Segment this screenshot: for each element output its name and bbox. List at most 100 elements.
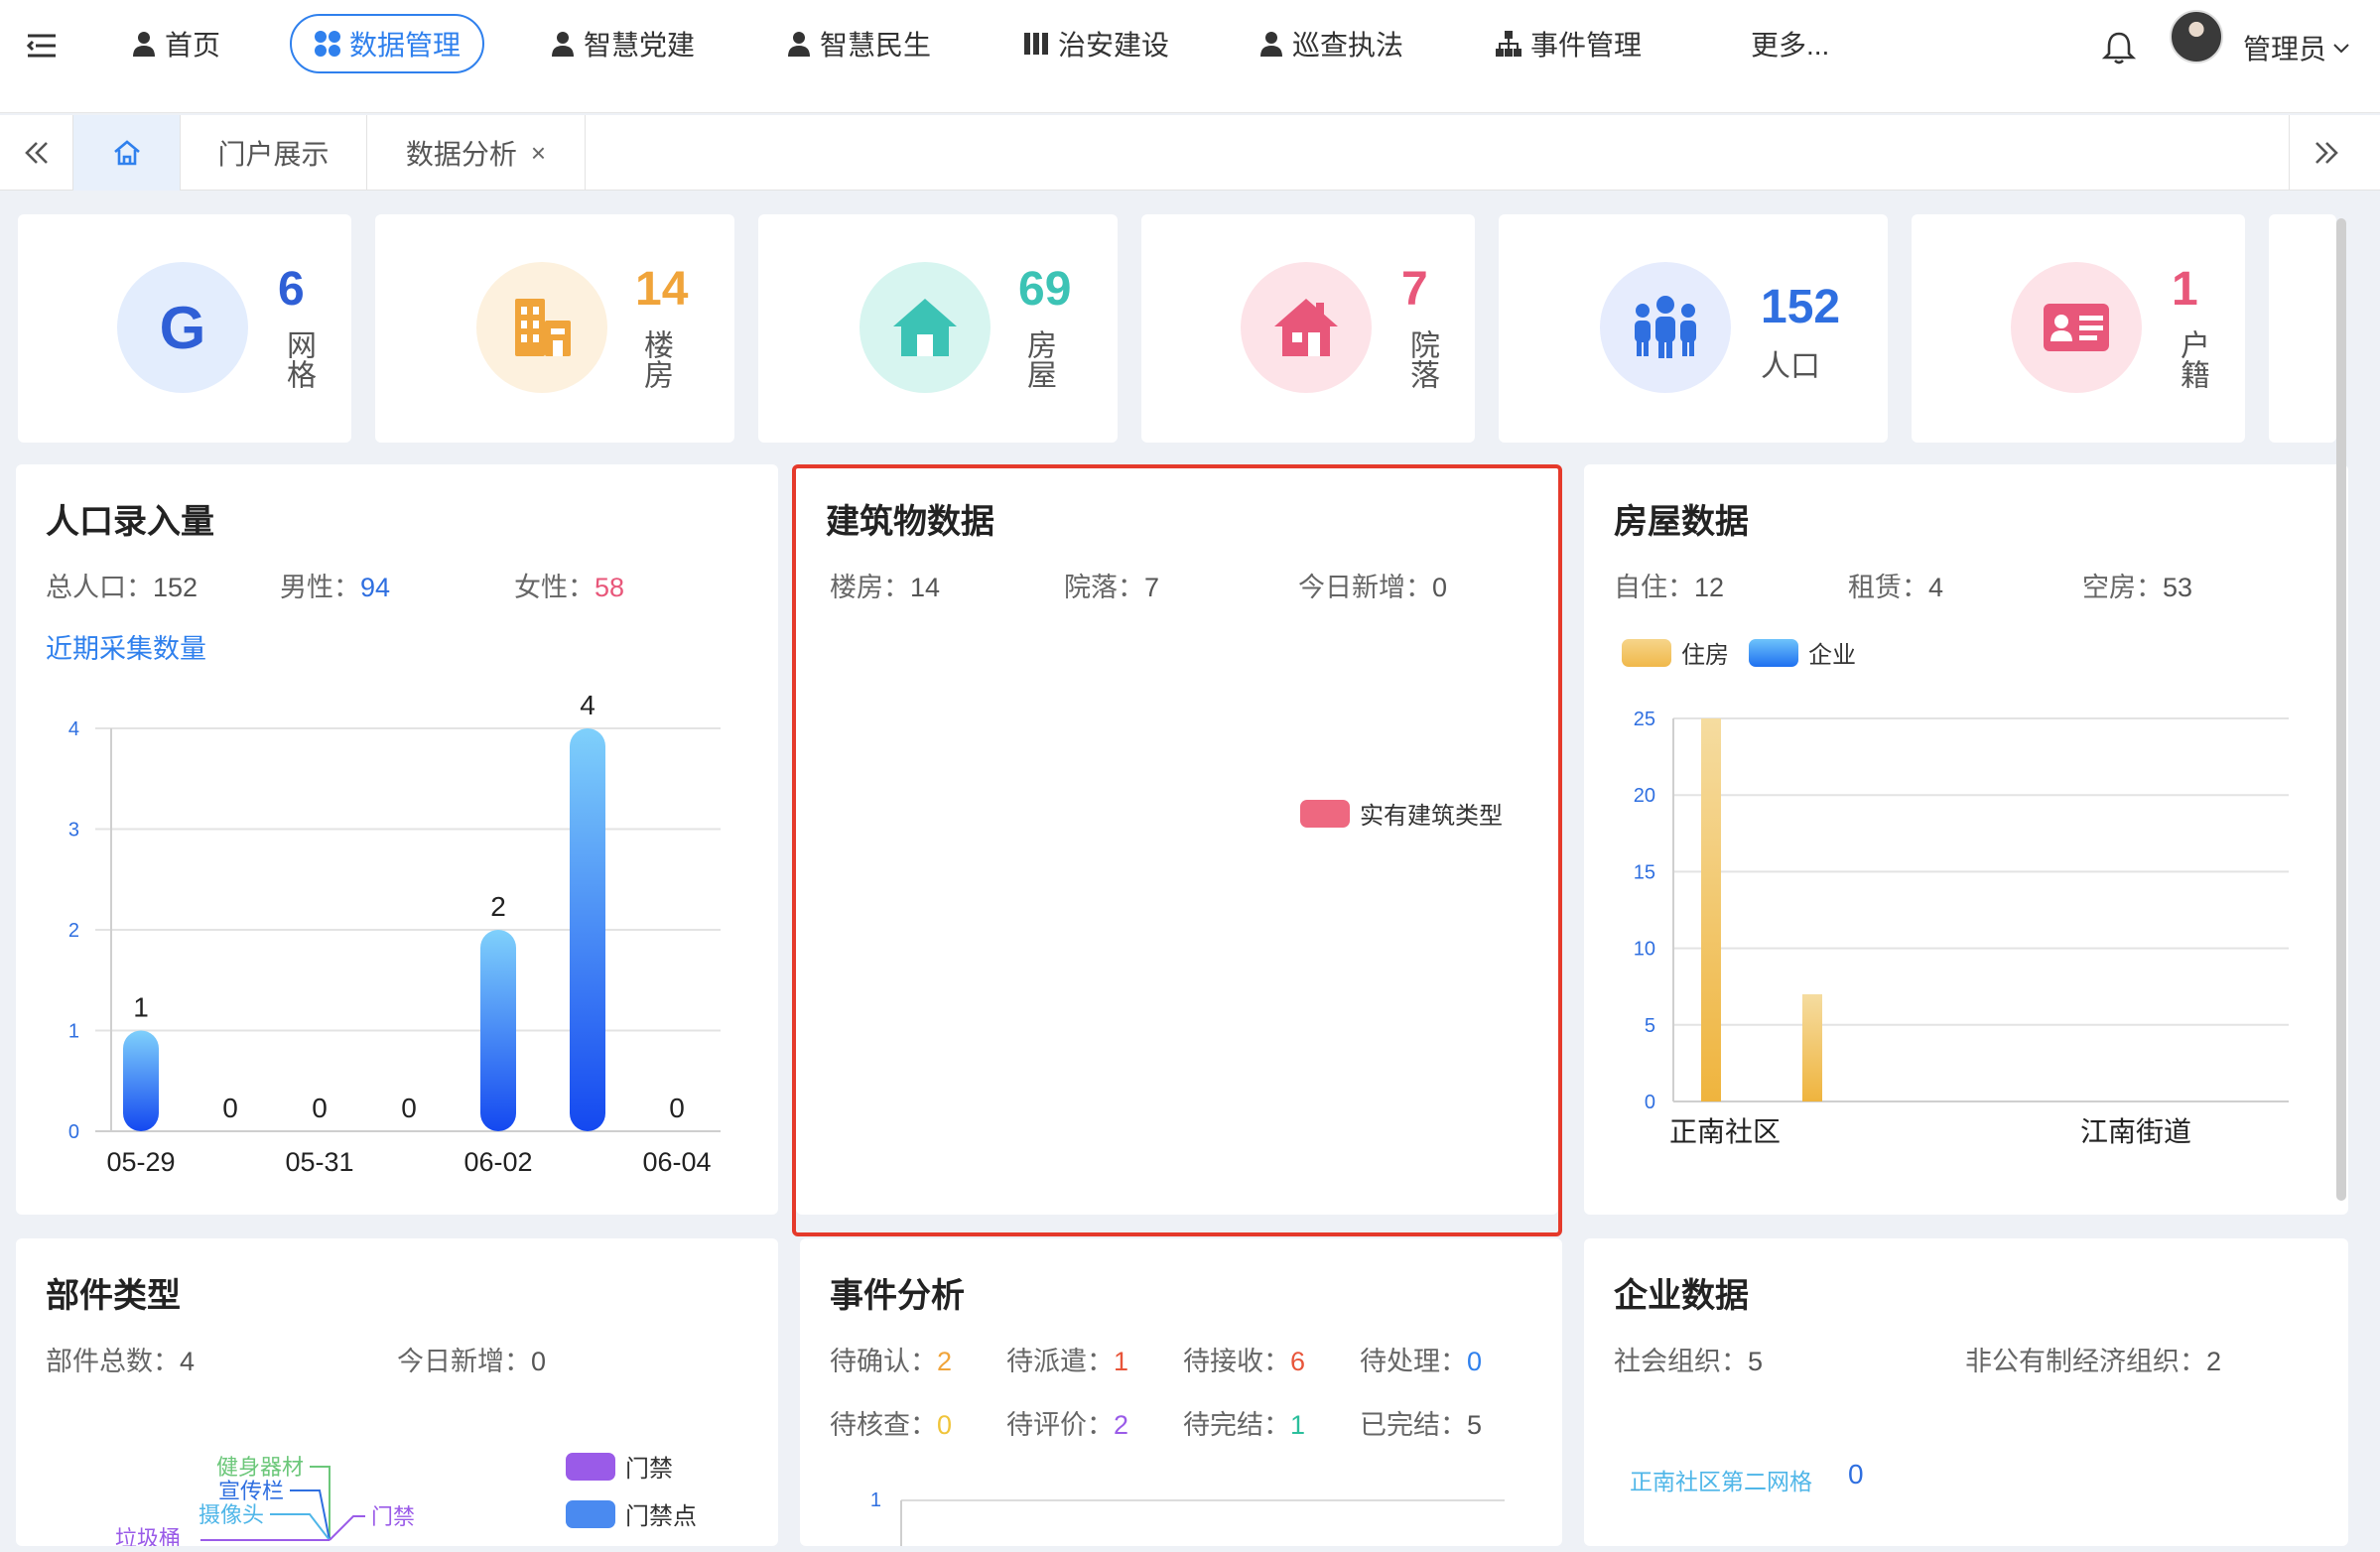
stat-card-house[interactable]: 69 房屋 xyxy=(758,214,1118,443)
y-tick-label: 3 xyxy=(68,820,79,841)
legend-label: 实有建筑类型 xyxy=(1360,803,1503,830)
stat-card-household[interactable]: 1 户籍 xyxy=(1912,214,2245,443)
stat-label: 楼房 xyxy=(639,329,672,389)
x-tick-label: 正南社区 xyxy=(1669,1116,1781,1147)
stat-card-building[interactable]: 14 楼房 xyxy=(375,214,734,443)
menu-toggle-icon[interactable] xyxy=(24,28,64,67)
housing-legend-enterprise[interactable]: 企业 xyxy=(1749,635,1856,670)
tree-label: 健身器材 xyxy=(216,1455,304,1480)
nav-item-party-building[interactable]: 智慧党建 xyxy=(550,14,695,73)
panel-title: 事件分析 xyxy=(830,1277,965,1315)
nav-item-livelihood[interactable]: 智慧民生 xyxy=(786,14,931,73)
stat-card-courtyard[interactable]: 7 院落 xyxy=(1141,214,1475,443)
nav-item-label: 巡查执法 xyxy=(1292,30,1404,61)
bar xyxy=(570,728,605,1131)
bar xyxy=(1802,993,1822,1101)
vertical-scrollbar[interactable] xyxy=(2336,218,2346,1201)
vacant-count: 空房：53 xyxy=(2082,573,2193,602)
stat-card-grid[interactable]: G 6 网格 xyxy=(18,214,351,443)
building-legend[interactable]: 实有建筑类型 xyxy=(1300,796,1503,831)
tab-home[interactable] xyxy=(73,115,181,191)
legend-label: 企业 xyxy=(1808,642,1856,669)
data-label: 4 xyxy=(580,690,595,720)
bar xyxy=(480,930,516,1131)
nav-item-label: 智慧民生 xyxy=(820,30,932,61)
building-icon xyxy=(476,262,607,393)
legend-swatch xyxy=(566,1499,615,1528)
stat-value: 69 xyxy=(1018,263,1072,316)
y-tick-label: 25 xyxy=(1634,709,1655,730)
y-tick-label: 15 xyxy=(1634,861,1655,883)
nav-item-event-management[interactable]: 事件管理 xyxy=(1495,14,1642,73)
stat-card-population[interactable]: 152 人口 xyxy=(1499,214,1888,443)
legend-label: 住房 xyxy=(1681,642,1729,669)
tree-label: 宣传栏 xyxy=(218,1479,284,1503)
parts-total: 部件总数：4 xyxy=(46,1347,196,1376)
parts-legend-access[interactable]: 门禁 xyxy=(566,1449,673,1484)
nav-item-public-security[interactable]: 治安建设 xyxy=(1022,14,1169,73)
event-pending-evaluate: 待评价：2 xyxy=(1006,1410,1129,1440)
grid-icon xyxy=(315,31,340,57)
tree-label: 垃圾桶 xyxy=(115,1526,181,1546)
user-icon xyxy=(1260,32,1282,57)
house-icon xyxy=(859,262,991,393)
nav-item-label: 智慧党建 xyxy=(584,30,696,61)
scroll-left-icon[interactable] xyxy=(0,115,73,191)
people-icon xyxy=(1600,262,1731,393)
stat-label: 房屋 xyxy=(1022,329,1055,389)
legend-label: 门禁 xyxy=(625,1456,673,1483)
enterprise-panel: 企业数据 社会组织：5 非公有制经济组织：2 正南社区第二网格 0 xyxy=(1584,1238,2348,1546)
close-icon[interactable]: × xyxy=(531,138,546,169)
avatar[interactable] xyxy=(2170,10,2223,64)
y-tick-label: 20 xyxy=(1634,785,1655,807)
nav-item-label: 首页 xyxy=(165,30,221,61)
home-icon xyxy=(113,140,140,166)
x-tick-label: 06-04 xyxy=(642,1147,711,1177)
nav-item-label: 治安建设 xyxy=(1058,30,1170,61)
y-tick-label: 0 xyxy=(1645,1092,1655,1113)
stat-label: 院落 xyxy=(1405,329,1438,389)
stat-label: 人口 xyxy=(1761,350,1820,383)
private-org-count: 非公有制经济组织：2 xyxy=(1965,1347,2222,1376)
panel-title: 企业数据 xyxy=(1614,1277,1749,1315)
data-label: 2 xyxy=(490,891,506,922)
tab-data-analysis[interactable]: 数据分析 × xyxy=(367,115,586,191)
stat-value: 6 xyxy=(278,263,305,316)
recent-collection-link[interactable]: 近期采集数量 xyxy=(46,627,206,666)
user-icon xyxy=(133,32,155,57)
nav-item-data-management[interactable]: 数据管理 xyxy=(290,14,485,73)
tab-portal[interactable]: 门户展示 xyxy=(181,115,367,191)
stat-value: 7 xyxy=(1401,263,1428,316)
nav-item-more[interactable]: 更多... xyxy=(1751,14,1829,73)
user-name[interactable]: 管理员 xyxy=(2243,28,2326,67)
bell-icon[interactable] xyxy=(2101,30,2137,70)
org-chart-icon xyxy=(1496,31,1521,57)
scroll-right-icon[interactable] xyxy=(2289,115,2362,191)
y-tick-label: 10 xyxy=(1634,939,1655,961)
bar xyxy=(123,1030,159,1131)
data-label: 0 xyxy=(312,1093,328,1123)
building-panel: 建筑物数据 楼房：14 院落：7 今日新增：0 实有建筑类型 xyxy=(796,464,1558,1215)
stat-value: 14 xyxy=(635,263,689,316)
stat-card-overflow xyxy=(2269,214,2336,443)
today-new: 今日新增：0 xyxy=(1298,573,1448,602)
events-panel: 事件分析 待确认：2 待派遣：1 待接收：6 待处理：0 待核查：0 待评价：2… xyxy=(800,1238,1562,1546)
data-label: 0 xyxy=(669,1093,685,1123)
panel-title: 部件类型 xyxy=(46,1277,181,1315)
population-bar-chart: 0 1 2 3 4 1 05-29 0 0 05-31 0 2 06-02 4 0 06-04 xyxy=(68,690,721,1177)
event-pending-close: 待完结：1 xyxy=(1183,1410,1306,1440)
courtyard-icon xyxy=(1241,262,1372,393)
housing-legend-residential[interactable]: 住房 xyxy=(1622,635,1729,670)
top-navigation: 首页 数据管理 智慧党建 智慧民生 治安建设 巡查执法 事件管理 更多... 管… xyxy=(0,0,2380,113)
event-closed: 已完结：5 xyxy=(1360,1410,1483,1440)
legend-swatch xyxy=(566,1452,615,1481)
parts-legend-access-point[interactable]: 门禁点 xyxy=(566,1496,697,1531)
nav-item-home[interactable]: 首页 xyxy=(131,14,220,73)
y-tick-label: 5 xyxy=(1645,1015,1655,1037)
chevron-down-icon[interactable] xyxy=(2332,38,2350,61)
y-tick-label: 4 xyxy=(68,718,79,740)
nav-item-patrol[interactable]: 巡查执法 xyxy=(1258,14,1403,73)
y-tick-label: 2 xyxy=(68,920,79,942)
event-pending-dispatch: 待派遣：1 xyxy=(1006,1347,1129,1376)
event-pending-verify: 待核查：0 xyxy=(830,1410,953,1440)
